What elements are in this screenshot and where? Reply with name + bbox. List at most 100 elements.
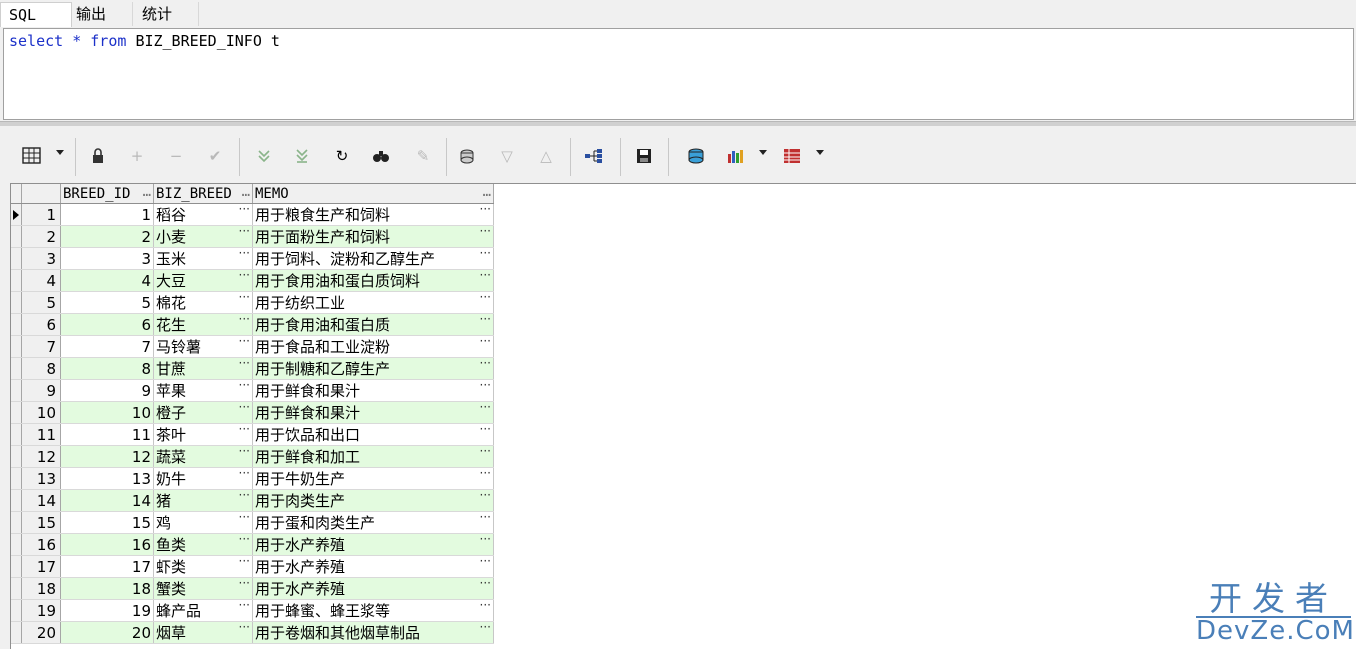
cell-breed-id[interactable]: 3 — [60, 247, 154, 270]
cell-memo[interactable]: 用于制糖和乙醇生产 ··· — [252, 356, 494, 380]
cell-memo[interactable]: 用于食用油和蛋白质 ··· — [252, 312, 494, 336]
cell-ellipsis-button[interactable]: ··· — [480, 422, 491, 436]
table-row[interactable]: 1 1 稻谷 ··· 用于粮食生产和饲料 ··· — [11, 202, 494, 226]
table-row[interactable]: 4 4 大豆 ··· 用于食用油和蛋白质饲料 ··· — [11, 268, 494, 292]
lock-icon[interactable] — [86, 144, 110, 168]
cell-ellipsis-button[interactable]: ··· — [480, 444, 491, 458]
table-row[interactable]: 14 14 猪 ··· 用于肉类生产 ··· — [11, 488, 494, 512]
sort-desc-icon[interactable]: ▽ — [495, 144, 519, 168]
cell-ellipsis-button[interactable]: ··· — [480, 400, 491, 414]
table-row[interactable]: 3 3 玉米 ··· 用于饲料、淀粉和乙醇生产 ··· — [11, 246, 494, 270]
cell-ellipsis-button[interactable]: ··· — [480, 202, 491, 216]
cell-biz-breed[interactable]: 茶叶 ··· — [153, 422, 253, 446]
cell-biz-breed[interactable]: 玉米 ··· — [153, 246, 253, 270]
cell-biz-breed[interactable]: 花生 ··· — [153, 312, 253, 336]
cell-breed-id[interactable]: 18 — [60, 577, 154, 600]
cell-breed-id[interactable]: 5 — [60, 291, 154, 314]
cell-memo[interactable]: 用于面粉生产和饲料 ··· — [252, 224, 494, 248]
cell-biz-breed[interactable]: 马铃薯 ··· — [153, 334, 253, 358]
table-row[interactable]: 8 8 甘蔗 ··· 用于制糖和乙醇生产 ··· — [11, 356, 494, 380]
export-icon[interactable] — [684, 144, 708, 168]
cell-ellipsis-button[interactable]: ··· — [480, 378, 491, 392]
cell-biz-breed[interactable]: 稻谷 ··· — [153, 202, 253, 226]
cell-breed-id[interactable]: 9 — [60, 379, 154, 402]
cell-ellipsis-button[interactable]: ··· — [239, 554, 250, 568]
cell-memo[interactable]: 用于粮食生产和饲料 ··· — [252, 202, 494, 226]
cell-memo[interactable]: 用于饮品和出口 ··· — [252, 422, 494, 446]
table-dropdown-icon[interactable] — [816, 150, 824, 155]
table-row[interactable]: 5 5 棉花 ··· 用于纺织工业 ··· — [11, 290, 494, 314]
cell-memo[interactable]: 用于鲜食和果汁 ··· — [252, 400, 494, 424]
cell-breed-id[interactable]: 16 — [60, 533, 154, 556]
delete-record-icon[interactable]: − — [164, 144, 188, 168]
table-row[interactable]: 10 10 橙子 ··· 用于鲜食和果汁 ··· — [11, 400, 494, 424]
cell-biz-breed[interactable]: 蔬菜 ··· — [153, 444, 253, 468]
fetch-next-icon[interactable] — [252, 144, 276, 168]
cell-ellipsis-button[interactable]: ··· — [480, 554, 491, 568]
query-by-example-icon[interactable] — [456, 144, 480, 168]
cell-memo[interactable]: 用于水产养殖 ··· — [252, 576, 494, 600]
cell-ellipsis-button[interactable]: ··· — [480, 532, 491, 546]
cell-ellipsis-button[interactable]: ··· — [239, 532, 250, 546]
cell-biz-breed[interactable]: 鱼类 ··· — [153, 532, 253, 556]
cell-biz-breed[interactable]: 苹果 ··· — [153, 378, 253, 402]
cell-memo[interactable]: 用于纺织工业 ··· — [252, 290, 494, 314]
cell-ellipsis-button[interactable]: ··· — [239, 246, 250, 260]
table-row[interactable]: 13 13 奶牛 ··· 用于牛奶生产 ··· — [11, 466, 494, 490]
cell-ellipsis-button[interactable]: ··· — [480, 488, 491, 502]
cell-biz-breed[interactable]: 奶牛 ··· — [153, 466, 253, 490]
chart-icon[interactable] — [723, 144, 747, 168]
cell-biz-breed[interactable]: 鸡 ··· — [153, 510, 253, 534]
cell-ellipsis-button[interactable]: ··· — [480, 334, 491, 348]
sql-editor[interactable]: select * from BIZ_BREED_INFO t — [3, 28, 1354, 120]
cell-breed-id[interactable]: 11 — [60, 423, 154, 446]
tree-icon[interactable] — [582, 144, 606, 168]
cell-biz-breed[interactable]: 虾类 ··· — [153, 554, 253, 578]
tab-statistics[interactable]: 统计 — [134, 2, 199, 26]
table-row[interactable]: 16 16 鱼类 ··· 用于水产养殖 ··· — [11, 532, 494, 556]
cell-memo[interactable]: 用于牛奶生产 ··· — [252, 466, 494, 490]
cell-ellipsis-button[interactable]: ··· — [239, 576, 250, 590]
cell-ellipsis-button[interactable]: ··· — [239, 268, 250, 282]
cell-ellipsis-button[interactable]: ··· — [239, 444, 250, 458]
table-row[interactable]: 7 7 马铃薯 ··· 用于食品和工业淀粉 ··· — [11, 334, 494, 358]
cell-ellipsis-button[interactable]: ··· — [480, 268, 491, 282]
cell-memo[interactable]: 用于食品和工业淀粉 ··· — [252, 334, 494, 358]
cell-memo[interactable]: 用于蜂蜜、蜂王浆等 ··· — [252, 598, 494, 622]
grid-view-icon[interactable] — [20, 144, 44, 168]
cell-breed-id[interactable]: 12 — [60, 445, 154, 468]
table-row[interactable]: 20 20 烟草 ··· 用于卷烟和其他烟草制品 ··· — [11, 620, 494, 644]
cell-breed-id[interactable]: 2 — [60, 225, 154, 248]
cell-biz-breed[interactable]: 甘蔗 ··· — [153, 356, 253, 380]
cell-ellipsis-button[interactable]: ··· — [239, 356, 250, 370]
cell-ellipsis-button[interactable]: ··· — [239, 312, 250, 326]
cell-memo[interactable]: 用于食用油和蛋白质饲料 ··· — [252, 268, 494, 292]
cell-ellipsis-button[interactable]: ··· — [480, 290, 491, 304]
cell-breed-id[interactable]: 13 — [60, 467, 154, 490]
table-row[interactable]: 15 15 鸡 ··· 用于蛋和肉类生产 ··· — [11, 510, 494, 534]
cell-biz-breed[interactable]: 蟹类 ··· — [153, 576, 253, 600]
clear-icon[interactable]: ✎ — [411, 144, 435, 168]
cell-ellipsis-button[interactable]: ··· — [239, 598, 250, 612]
cell-ellipsis-button[interactable]: ··· — [239, 202, 250, 216]
cell-breed-id[interactable]: 6 — [60, 313, 154, 336]
cell-memo[interactable]: 用于卷烟和其他烟草制品 ··· — [252, 620, 494, 644]
cell-biz-breed[interactable]: 烟草 ··· — [153, 620, 253, 644]
cell-breed-id[interactable]: 20 — [60, 621, 154, 644]
tab-output[interactable]: 输出 — [68, 2, 133, 26]
cell-ellipsis-button[interactable]: ··· — [239, 334, 250, 348]
table-row[interactable]: 6 6 花生 ··· 用于食用油和蛋白质 ··· — [11, 312, 494, 336]
cell-ellipsis-button[interactable]: ··· — [239, 400, 250, 414]
column-header-biz-breed[interactable]: BIZ_BREED… — [153, 184, 253, 204]
cell-ellipsis-button[interactable]: ··· — [480, 576, 491, 590]
cell-memo[interactable]: 用于饲料、淀粉和乙醇生产 ··· — [252, 246, 494, 270]
cell-biz-breed[interactable]: 小麦 ··· — [153, 224, 253, 248]
cell-breed-id[interactable]: 17 — [60, 555, 154, 578]
cell-memo[interactable]: 用于肉类生产 ··· — [252, 488, 494, 512]
refresh-icon[interactable]: ↻ — [330, 144, 354, 168]
table-row[interactable]: 11 11 茶叶 ··· 用于饮品和出口 ··· — [11, 422, 494, 446]
chart-dropdown-icon[interactable] — [759, 150, 767, 155]
cell-ellipsis-button[interactable]: ··· — [239, 466, 250, 480]
cell-breed-id[interactable]: 19 — [60, 599, 154, 622]
cell-ellipsis-button[interactable]: ··· — [480, 620, 491, 634]
